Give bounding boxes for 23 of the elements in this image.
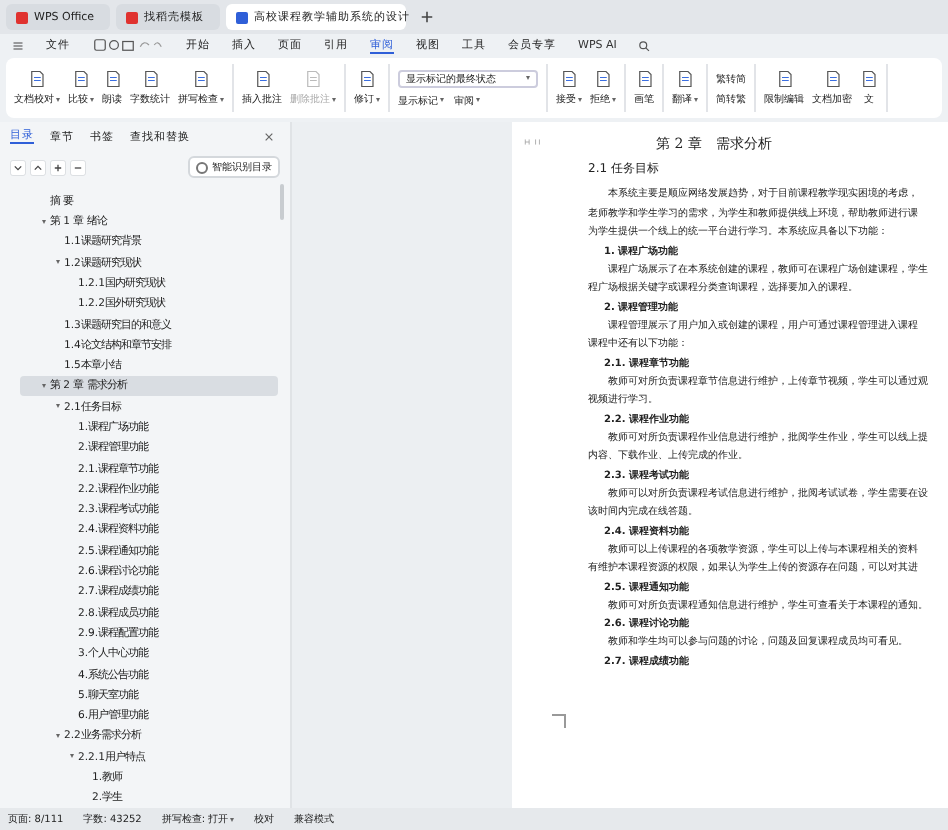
document-icon — [72, 70, 90, 88]
outline-tool-button[interactable] — [10, 159, 26, 176]
document-icon — [103, 70, 121, 88]
add-tab-icon[interactable] — [420, 10, 434, 24]
outline-tool-button[interactable] — [30, 159, 46, 176]
close-icon[interactable] — [264, 131, 274, 142]
document-icon — [358, 70, 376, 88]
document-icon — [635, 70, 653, 88]
outline-tool-button[interactable] — [70, 159, 86, 176]
document-icon — [560, 70, 578, 88]
quick-access-icons-drawing[interactable] — [92, 38, 164, 52]
document-icon — [253, 70, 271, 88]
document-icon — [775, 70, 793, 88]
document-icon — [141, 70, 159, 88]
outline-tool-button[interactable] — [50, 159, 66, 176]
search-icon[interactable] — [638, 39, 651, 51]
document-icon — [304, 70, 322, 88]
document-icon — [28, 70, 46, 88]
document-icon — [594, 70, 612, 88]
document-icon — [860, 70, 878, 88]
document-icon — [192, 70, 210, 88]
document-icon — [823, 70, 841, 88]
document-icon — [676, 70, 694, 88]
